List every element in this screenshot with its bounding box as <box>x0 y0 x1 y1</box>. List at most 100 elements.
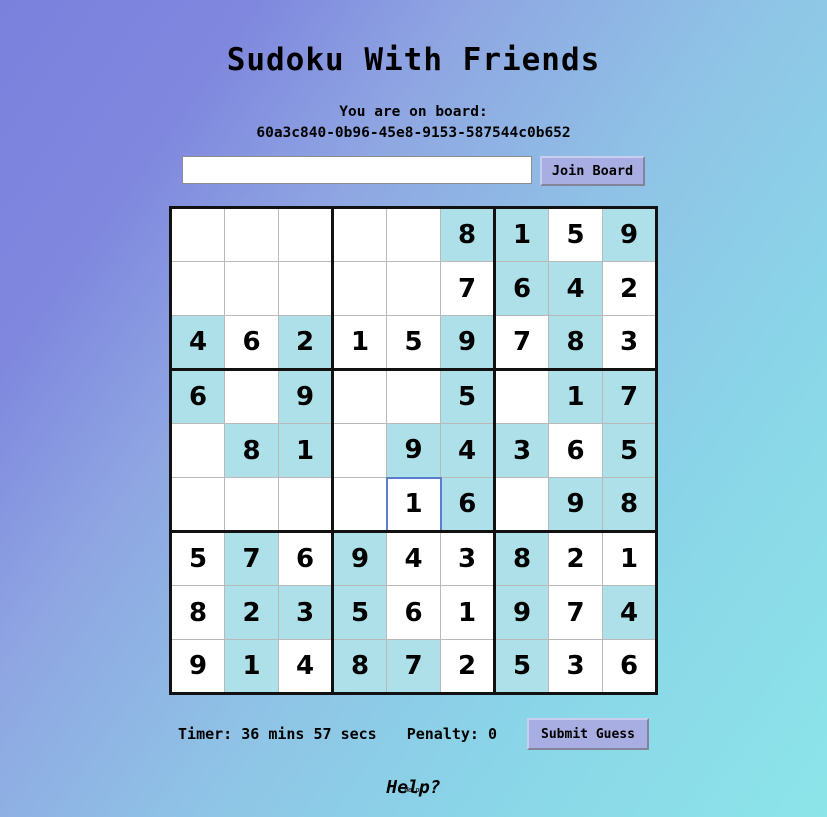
sudoku-cell[interactable] <box>224 368 279 424</box>
sudoku-cell: 8 <box>493 530 549 586</box>
sudoku-cell[interactable] <box>331 261 387 316</box>
sudoku-cell: 5 <box>602 423 658 478</box>
sudoku-cell[interactable]: 6 <box>386 585 441 640</box>
sudoku-cell[interactable] <box>386 207 441 262</box>
sudoku-cell[interactable] <box>224 477 279 532</box>
sudoku-cell: 9 <box>278 368 333 424</box>
sudoku-cell[interactable] <box>331 423 387 478</box>
sudoku-cell[interactable] <box>170 207 225 262</box>
timer-text: Timer: 36 mins 57 secs <box>178 725 377 743</box>
sudoku-cell[interactable] <box>386 368 441 424</box>
sudoku-cell[interactable]: 5 <box>170 530 225 586</box>
sudoku-cell: 5 <box>493 639 549 695</box>
sudoku-cell[interactable]: 6 <box>548 423 603 478</box>
sudoku-grid[interactable]: 8159764246215978369517819436516985769438… <box>169 206 658 695</box>
sudoku-cell: 5 <box>440 368 495 424</box>
sudoku-cell: 9 <box>602 207 658 262</box>
sudoku-cell: 4 <box>170 315 225 370</box>
sudoku-cell: 1 <box>548 368 603 424</box>
submit-guess-button[interactable]: Submit Guess <box>527 718 649 750</box>
sudoku-cell[interactable] <box>224 207 279 262</box>
sudoku-cell: 7 <box>386 639 441 695</box>
sudoku-cell[interactable] <box>493 368 549 424</box>
join-board-button[interactable]: Join Board <box>539 156 646 186</box>
sudoku-cell[interactable]: 4 <box>386 530 441 586</box>
sudoku-cell[interactable]: 3 <box>440 530 495 586</box>
help-link[interactable]: Help? Help? <box>386 777 440 798</box>
sudoku-cell[interactable]: 1 <box>331 315 387 370</box>
sudoku-cell: 7 <box>602 368 658 424</box>
sudoku-cell: 4 <box>548 261 603 316</box>
board-info-label: You are on board: <box>339 104 488 120</box>
sudoku-cell[interactable]: 2 <box>602 261 658 316</box>
sudoku-row: 462159783 <box>170 315 658 370</box>
sudoku-cell[interactable]: 2 <box>548 530 603 586</box>
sudoku-row: 823561974 <box>170 585 658 640</box>
page-title: Sudoku With Friends <box>226 42 601 78</box>
sudoku-cell[interactable]: 6 <box>224 315 279 370</box>
sudoku-cell[interactable] <box>170 423 225 478</box>
sudoku-cell[interactable]: 1 <box>440 585 495 640</box>
sudoku-cell: 8 <box>602 477 658 532</box>
sudoku-cell: 2 <box>224 585 279 640</box>
sudoku-cell: 2 <box>278 315 333 370</box>
sudoku-cell[interactable]: 6 <box>278 530 333 586</box>
sudoku-row: 8159 <box>170 207 658 262</box>
sudoku-row: 69 517 <box>170 368 658 424</box>
sudoku-cell: 9 <box>386 423 441 478</box>
sudoku-cell: 8 <box>440 207 495 262</box>
sudoku-cell[interactable]: 3 <box>548 639 603 695</box>
sudoku-cell[interactable] <box>331 207 387 262</box>
sudoku-cell[interactable] <box>278 477 333 532</box>
sudoku-cell[interactable] <box>170 261 225 316</box>
sudoku-cell: 8 <box>224 423 279 478</box>
sudoku-cell[interactable]: 7 <box>548 585 603 640</box>
sudoku-cell: 3 <box>278 585 333 640</box>
sudoku-cell: 4 <box>440 423 495 478</box>
sudoku-cell[interactable]: 5 <box>548 207 603 262</box>
sudoku-cell[interactable] <box>170 477 225 532</box>
sudoku-cell[interactable]: 2 <box>440 639 495 695</box>
sudoku-cell: 6 <box>170 368 225 424</box>
sudoku-cell: 6 <box>440 477 495 532</box>
join-board-input[interactable] <box>181 156 532 184</box>
sudoku-cell[interactable] <box>278 261 333 316</box>
sudoku-cell[interactable]: 7 <box>493 315 549 370</box>
sudoku-row: 1698 <box>170 476 658 533</box>
sudoku-cell: 4 <box>602 585 658 640</box>
sudoku-grid-wrapper: 8159764246215978369517819436516985769438… <box>0 206 827 695</box>
sudoku-cell: 9 <box>331 530 387 586</box>
sudoku-cell[interactable]: 7 <box>440 261 495 316</box>
sudoku-cell[interactable]: 8 <box>170 585 225 640</box>
sudoku-cell[interactable] <box>224 261 279 316</box>
sudoku-cell: 5 <box>331 585 387 640</box>
sudoku-cell: 8 <box>331 639 387 695</box>
sudoku-cell: 1 <box>224 639 279 695</box>
sudoku-cell: 6 <box>493 261 549 316</box>
sudoku-cell[interactable] <box>493 477 549 532</box>
sudoku-cell: 9 <box>493 585 549 640</box>
sudoku-cell: 7 <box>224 530 279 586</box>
sudoku-cell: 9 <box>440 315 495 370</box>
sudoku-cell[interactable] <box>331 368 387 424</box>
status-row: Timer: 36 mins 57 secs Penalty: 0 Submit… <box>0 718 827 750</box>
help-link-label: Help? <box>386 777 441 798</box>
sudoku-cell[interactable] <box>331 477 387 532</box>
sudoku-cell[interactable]: 9 <box>170 639 225 695</box>
sudoku-cell[interactable]: 4 <box>278 639 333 695</box>
sudoku-row: 576943821 <box>170 530 658 586</box>
sudoku-cell[interactable]: 3 <box>602 315 658 370</box>
sudoku-cell[interactable]: 1 <box>385 476 442 533</box>
sudoku-cell: 8 <box>548 315 603 370</box>
sudoku-cell[interactable] <box>278 207 333 262</box>
help-wrapper: Help? Help? <box>0 777 827 798</box>
sudoku-row: 8194365 <box>170 423 658 478</box>
sudoku-cell[interactable]: 6 <box>602 639 658 695</box>
sudoku-row: 7642 <box>170 261 658 316</box>
sudoku-cell: 1 <box>278 423 333 478</box>
sudoku-cell[interactable]: 5 <box>386 315 441 370</box>
sudoku-cell[interactable]: 1 <box>602 530 658 586</box>
penalty-text: Penalty: 0 <box>406 725 498 743</box>
sudoku-cell: 3 <box>493 423 549 478</box>
sudoku-cell[interactable] <box>386 261 441 316</box>
